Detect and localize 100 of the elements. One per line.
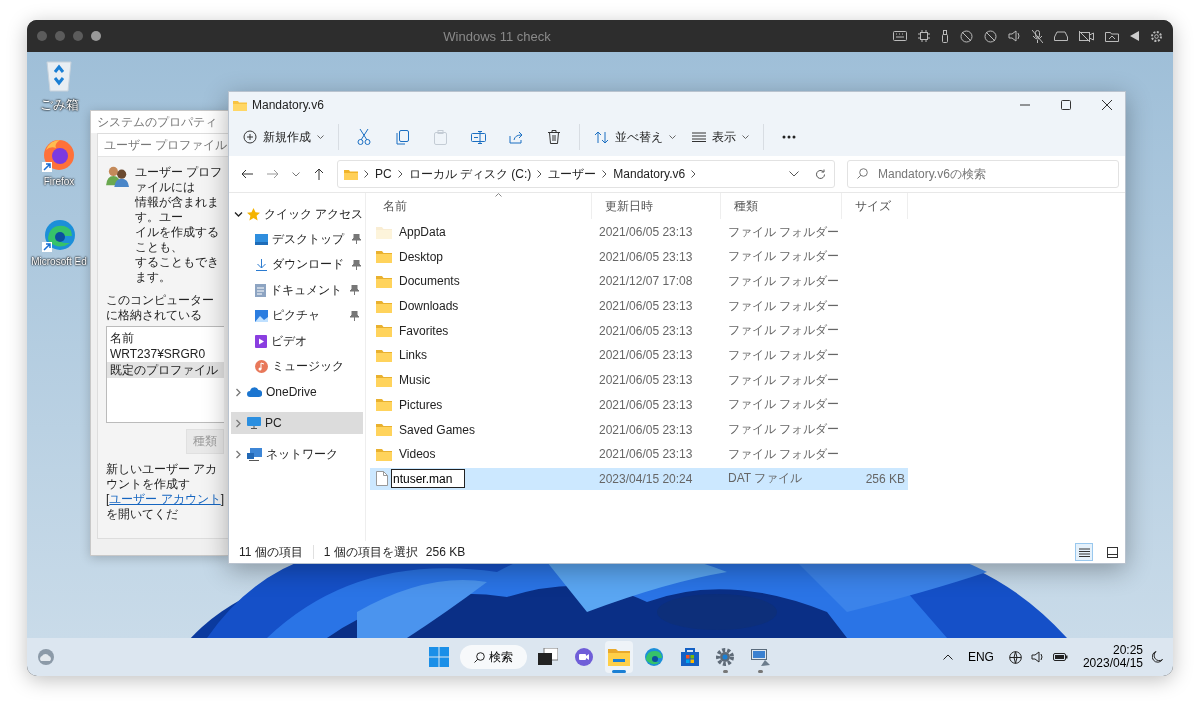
settings-icon[interactable] — [1150, 29, 1163, 43]
up-arrow-icon[interactable] — [314, 168, 324, 180]
search-field[interactable]: Mandatory.v6の検索 — [847, 160, 1119, 188]
clock[interactable]: 20:25 2023/04/15 — [1082, 644, 1143, 670]
chevron-icon[interactable] — [691, 170, 697, 178]
file-row[interactable]: Links 2021/06/05 23:13 ファイル フォルダー — [370, 344, 908, 367]
nav-item[interactable]: OneDrive — [231, 381, 363, 403]
file-row[interactable]: Documents 2021/12/07 17:08 ファイル フォルダー — [370, 270, 908, 293]
chevron-up-icon[interactable] — [942, 654, 953, 660]
column-header[interactable]: 種類 — [721, 193, 842, 219]
recycle-bin-icon[interactable] — [44, 58, 74, 92]
share-icon[interactable] — [509, 130, 523, 144]
rename-field[interactable]: ntuser.man — [391, 469, 465, 489]
keyboard-icon[interactable] — [893, 31, 907, 41]
file-row[interactable]: Desktop 2021/06/05 23:13 ファイル フォルダー — [370, 245, 908, 268]
breadcrumb-item[interactable]: ユーザー — [548, 165, 597, 183]
breadcrumb-item[interactable]: ローカル ディスク (C:) — [408, 165, 532, 183]
new-button[interactable]: 新規作成 — [237, 122, 330, 152]
nav-item[interactable]: クイック アクセス — [231, 203, 363, 225]
moon-icon[interactable] — [1152, 651, 1163, 663]
blocked-icon[interactable] — [960, 29, 973, 43]
pin-icon[interactable] — [350, 310, 359, 321]
address-bar[interactable]: PC ローカル ディスク (C:) ユーザー Mandatory.v6 — [337, 160, 835, 188]
caret-icon[interactable] — [317, 135, 324, 139]
edge-icon[interactable] — [42, 218, 76, 252]
edge-icon[interactable] — [644, 647, 665, 667]
nav-item[interactable]: デスクトップ — [231, 228, 363, 250]
caret-icon[interactable] — [742, 135, 749, 139]
triangle-icon[interactable] — [1130, 31, 1139, 41]
pin-icon[interactable] — [350, 285, 359, 295]
nav-item[interactable]: PC — [231, 412, 363, 434]
file-row[interactable]: Music 2021/06/05 23:13 ファイル フォルダー — [370, 369, 908, 392]
chat-icon[interactable] — [573, 647, 594, 667]
blocked-icon[interactable] — [984, 29, 997, 43]
search-icon[interactable] — [474, 651, 486, 663]
column-header[interactable]: 名前 — [370, 193, 592, 219]
camera-off-icon[interactable] — [1079, 30, 1094, 42]
nav-item[interactable]: ドキュメント — [231, 279, 363, 301]
remote-desktop-icon[interactable] — [750, 647, 771, 667]
profile-row[interactable]: 既定のプロファイル — [107, 362, 224, 378]
breadcrumb-item[interactable]: PC — [375, 167, 392, 181]
store-icon[interactable] — [679, 647, 700, 667]
chevron-icon[interactable] — [234, 209, 243, 219]
sort-icon[interactable] — [594, 130, 609, 144]
chevron-icon[interactable] — [537, 170, 543, 178]
rename-icon[interactable] — [470, 130, 486, 144]
chevron-icon[interactable] — [397, 170, 403, 178]
shared-folder-icon[interactable] — [1105, 30, 1119, 42]
chip-icon[interactable] — [918, 30, 930, 42]
scissors-icon[interactable] — [357, 129, 371, 145]
nav-item[interactable]: ビデオ — [231, 330, 363, 352]
sort-button[interactable]: 並べ替え — [588, 122, 682, 152]
back-arrow-icon[interactable] — [241, 169, 253, 179]
pin-icon[interactable] — [352, 259, 361, 270]
battery-icon[interactable] — [1052, 653, 1068, 661]
chevron-icon[interactable] — [602, 170, 608, 178]
copy-icon[interactable] — [395, 129, 409, 145]
column-header[interactable]: サイズ — [842, 193, 908, 219]
caret-icon[interactable] — [292, 171, 300, 177]
file-row[interactable]: Favorites 2021/06/05 23:13 ファイル フォルダー — [370, 319, 908, 342]
trash-icon[interactable] — [548, 130, 560, 144]
globe-icon[interactable] — [1008, 650, 1022, 664]
list-icon[interactable] — [1078, 547, 1090, 557]
speaker-icon[interactable] — [1008, 30, 1021, 42]
language-indicator[interactable]: ENG — [967, 650, 994, 664]
chevron-icon[interactable] — [364, 170, 369, 178]
file-row[interactable]: Downloads 2021/06/05 23:13 ファイル フォルダー — [370, 295, 908, 318]
profile-row[interactable]: WRT237¥SRGR0 — [107, 346, 224, 362]
nav-item[interactable]: ダウンロード — [231, 253, 363, 276]
column-header[interactable]: 名前 — [107, 330, 224, 346]
breadcrumb-item[interactable]: Mandatory.v6 — [613, 167, 686, 181]
close-icon[interactable] — [1102, 100, 1112, 110]
windows-icon[interactable] — [429, 647, 450, 667]
more-icon[interactable] — [782, 135, 796, 139]
file-row[interactable]: Videos 2021/06/05 23:13 ファイル フォルダー — [370, 443, 908, 466]
mic-off-icon[interactable] — [1032, 29, 1043, 43]
refresh-icon[interactable] — [815, 168, 826, 180]
file-row[interactable]: Pictures 2021/06/05 23:13 ファイル フォルダー — [370, 393, 908, 416]
profile-list[interactable]: 名前 WRT237¥SRGR0 既定のプロファイル — [106, 326, 224, 423]
file-row[interactable]: Saved Games 2021/06/05 23:13 ファイル フォルダー — [370, 418, 908, 441]
settings-icon[interactable] — [715, 647, 736, 667]
list-icon[interactable] — [692, 132, 706, 142]
file-row[interactable]: ntuser.man 2023/04/15 20:24 DAT ファイル 256 KB — [370, 467, 908, 490]
file-row[interactable]: AppData 2021/06/05 23:13 ファイル フォルダー — [370, 221, 908, 243]
search-button[interactable]: 検索 — [460, 645, 527, 669]
details-view-button[interactable] — [1075, 543, 1093, 561]
view-button[interactable]: 表示 — [686, 122, 755, 152]
nav-item[interactable]: ネットワーク — [231, 443, 363, 465]
dropdown-icon[interactable] — [789, 171, 799, 177]
folder-icon[interactable] — [607, 648, 630, 666]
nav-item[interactable]: ピクチャ — [231, 304, 363, 327]
drive-icon[interactable] — [1054, 31, 1068, 41]
caret-icon[interactable] — [669, 135, 676, 139]
nav-item[interactable]: ミュージック — [231, 355, 363, 378]
user-accounts-link[interactable]: ユーザー アカウント — [109, 492, 221, 506]
plus-icon[interactable] — [243, 130, 257, 144]
speaker-icon[interactable] — [1030, 651, 1044, 663]
firefox-icon[interactable] — [42, 138, 76, 172]
task-view-icon[interactable] — [538, 648, 559, 666]
pin-icon[interactable] — [352, 234, 361, 244]
